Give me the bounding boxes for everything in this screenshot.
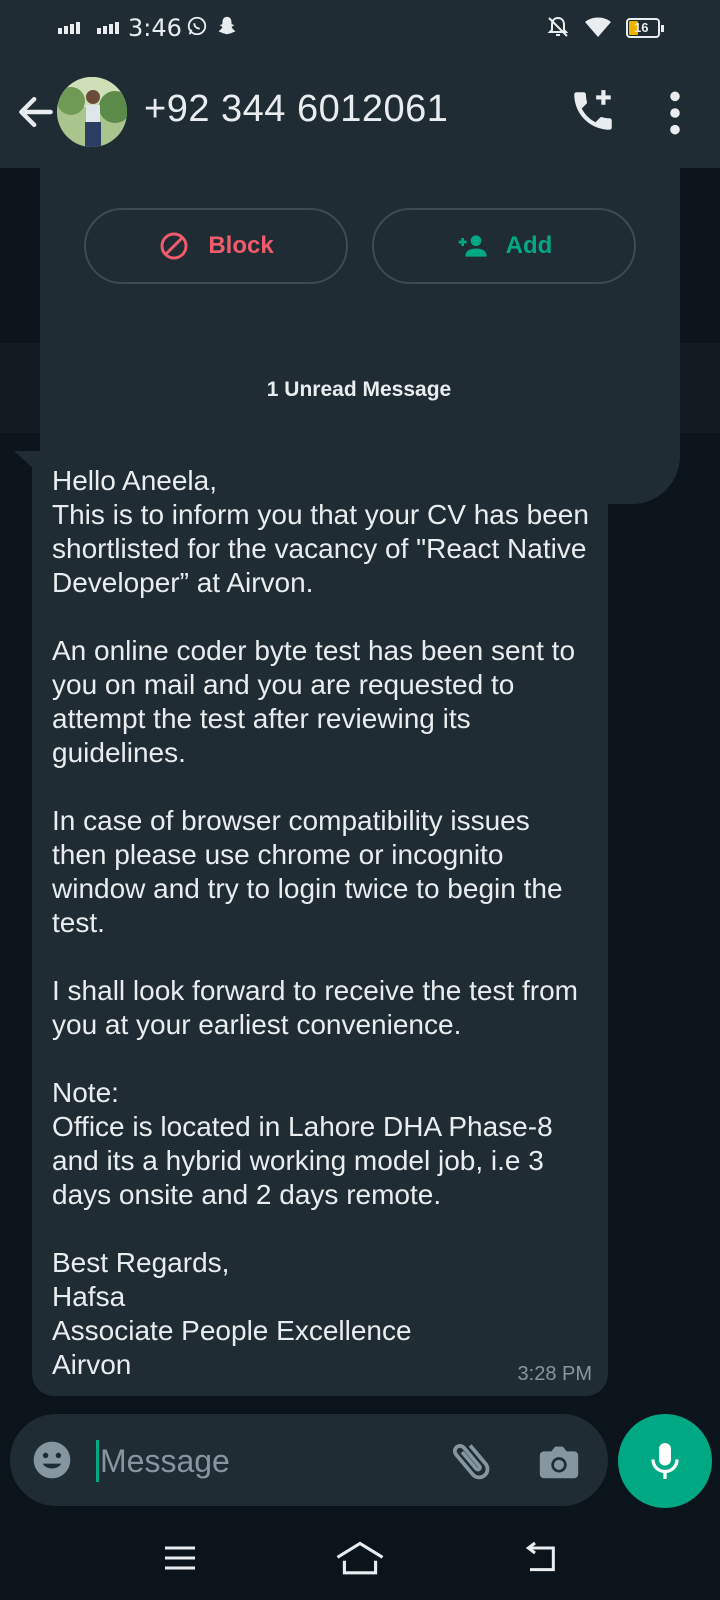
camera-icon[interactable]: [536, 1438, 582, 1484]
add-call-icon[interactable]: [568, 86, 618, 136]
block-label: Block: [208, 232, 274, 259]
message-text: Hello Aneela, This is to inform you that…: [52, 465, 589, 1380]
message-bubble[interactable]: Hello Aneela, This is to inform you that…: [32, 451, 608, 1396]
block-button[interactable]: Block: [84, 208, 348, 284]
battery-level: 16: [634, 20, 649, 35]
mic-icon: [651, 1443, 679, 1479]
notifications-off-icon: [547, 16, 569, 37]
back-nav-icon[interactable]: [520, 1538, 560, 1578]
add-label: Add: [505, 232, 553, 259]
avatar[interactable]: [57, 77, 127, 147]
status-bar: 3:46 16: [0, 0, 720, 58]
message-time: 3:28 PM: [517, 1363, 592, 1385]
unread-badge: 1 Unread Message: [224, 358, 494, 422]
more-vert-icon[interactable]: [660, 88, 690, 138]
home-icon[interactable]: [334, 1538, 386, 1580]
battery-icon: 16: [626, 18, 664, 38]
signal-icon: [97, 22, 119, 34]
add-contact-button[interactable]: Add: [372, 208, 636, 284]
voice-record-button[interactable]: [618, 1414, 712, 1508]
signal-icon: [58, 22, 80, 34]
contact-name[interactable]: +92 344 6012061: [144, 88, 448, 131]
block-icon: [160, 232, 188, 260]
message-input[interactable]: [98, 1432, 422, 1490]
back-arrow-icon[interactable]: [14, 90, 58, 134]
system-navigation-bar: [0, 1516, 720, 1600]
person-add-icon: [458, 235, 487, 257]
whatsapp-icon: [187, 16, 207, 36]
recents-icon[interactable]: [160, 1538, 200, 1578]
message-composer: [10, 1414, 608, 1506]
attachment-icon[interactable]: [446, 1436, 496, 1486]
emoji-icon[interactable]: [30, 1438, 74, 1482]
snapchat-icon: [218, 16, 236, 35]
status-time: 3:46: [128, 14, 182, 42]
bubble-tail: [14, 451, 34, 469]
wifi-icon: [585, 17, 611, 37]
